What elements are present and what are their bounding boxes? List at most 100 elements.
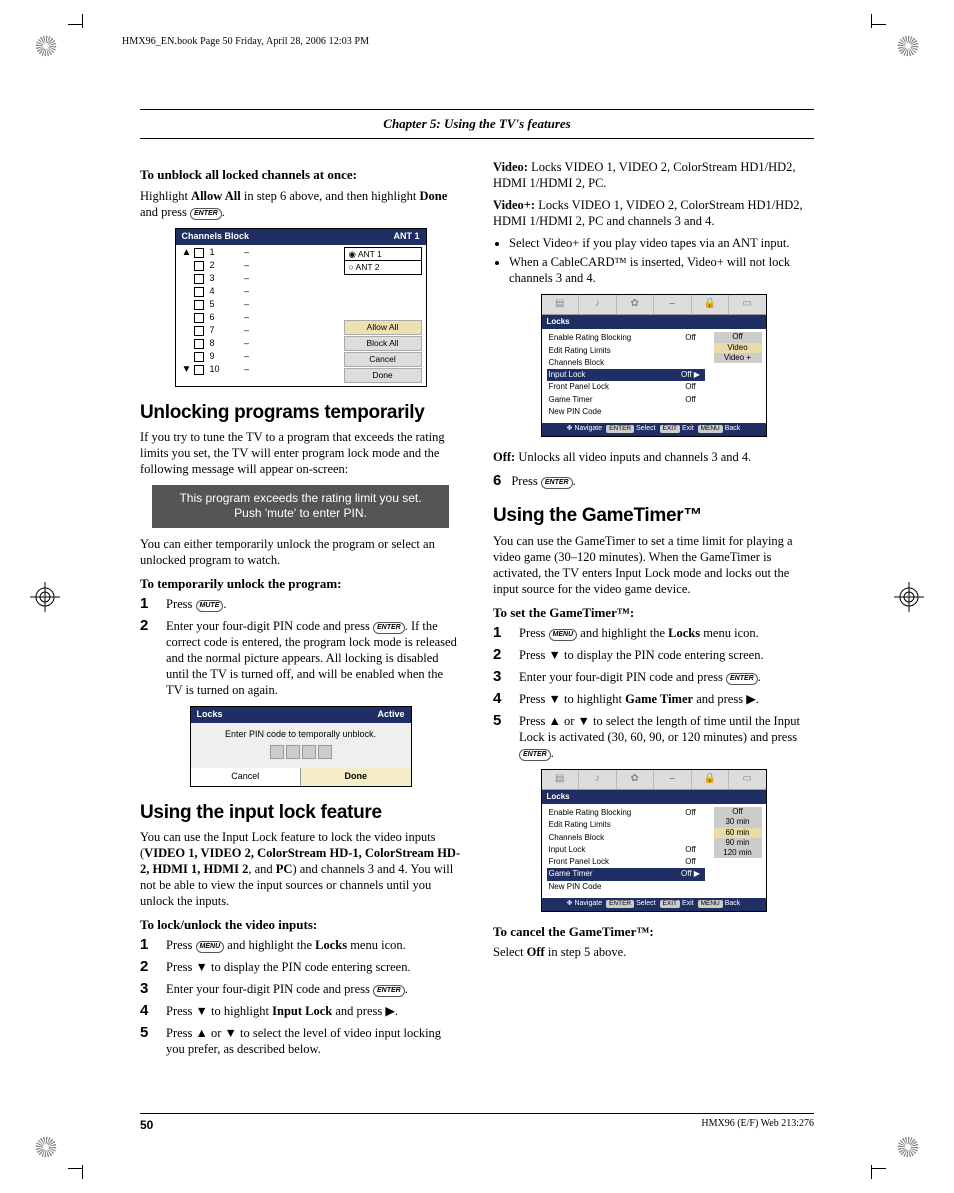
channel-row: 4–: [176, 286, 340, 299]
menu-key-icon: MENU: [549, 629, 578, 641]
tab-icon: ▤: [542, 295, 580, 314]
row-label: Front Panel Lock: [547, 856, 677, 868]
pin-digit-icon: [302, 745, 316, 759]
right-column: Video: Locks VIDEO 1, VIDEO 2, ColorStre…: [493, 159, 814, 1065]
channel-row: 9–: [176, 351, 340, 364]
crop-mark-icon: [858, 1159, 886, 1187]
text: menu icon.: [347, 938, 406, 952]
unlock-after-text: You can either temporarily unlock the pr…: [140, 536, 461, 568]
locks-rows: Enable Rating BlockingOff Edit Rating Li…: [542, 329, 710, 423]
msg-line2: Push 'mute' to enter PIN.: [156, 506, 445, 521]
opt-videoplus: Video +: [714, 353, 762, 363]
arrow-right-icon: ▶: [694, 869, 700, 878]
step-1: Press MENU and highlight the Locks menu …: [140, 937, 461, 953]
pin-digit-icon: [318, 745, 332, 759]
text: Press: [519, 626, 549, 640]
enter-key-icon: ENTER: [541, 477, 573, 489]
pin-cancel-button: Cancel: [191, 768, 302, 786]
page: HMX96_EN.book Page 50 Friday, April 28, …: [0, 0, 954, 1193]
corner-target-icon: [896, 1135, 920, 1159]
enter-key-icon: ENTER: [373, 985, 405, 997]
channel-row: ▲1–: [176, 247, 340, 260]
opt-60: 60 min: [714, 828, 762, 838]
tab-icon: ▤: [542, 770, 580, 789]
pin-digits: [197, 745, 405, 763]
videoplus-label: Video+:: [493, 198, 535, 212]
opt-120: 120 min: [714, 848, 762, 858]
exit-label: Exit: [682, 425, 694, 432]
channel-num: 6: [210, 312, 232, 324]
row-val: Off: [677, 844, 705, 856]
step-3: Enter your four-digit PIN code and press…: [493, 669, 814, 685]
locks-title-bar: Locks: [542, 315, 766, 329]
text: Unlocks all video inputs and channels 3 …: [515, 450, 751, 464]
unlocking-para: If you try to tune the TV to a program t…: [140, 429, 461, 477]
row-label: Edit Rating Limits: [547, 819, 677, 831]
locks-side-options: Off 30 min 60 min 90 min 120 min: [710, 804, 766, 898]
text: Enter your four-digit PIN code and press: [166, 982, 373, 996]
text: menu icon.: [700, 626, 759, 640]
locks-footer: ✥ Navigate ENTERSelect EXITExit MENUBack: [542, 898, 766, 911]
input-lock-heading: Using the input lock feature: [140, 801, 461, 825]
lock-inputs-steps: Press MENU and highlight the Locks menu …: [140, 937, 461, 1057]
locks-footer: ✥ Navigate ENTERSelect EXITExit MENUBack: [542, 423, 766, 436]
lock-inputs-heading: To lock/unlock the video inputs:: [140, 917, 461, 934]
locks-label: Locks: [668, 626, 700, 640]
tab-icon: ⎯: [654, 295, 692, 314]
channel-row: 2–: [176, 260, 340, 273]
unblock-text: Highlight Allow All in step 6 above, and…: [140, 188, 461, 220]
temp-unlock-steps: Press MUTE. Enter your four-digit PIN co…: [140, 596, 461, 698]
row-label: Channels Block: [547, 832, 677, 844]
step-4: Press ▼ to highlight Game Timer and pres…: [493, 691, 814, 707]
opt-30: 30 min: [714, 817, 762, 827]
done-label: Done: [420, 189, 448, 203]
gametimer-steps: Press MENU and highlight the Locks menu …: [493, 625, 814, 761]
top-rule-2: [140, 138, 814, 139]
row-label: Front Panel Lock: [547, 381, 677, 393]
channel-row: 6–: [176, 312, 340, 325]
corner-target-icon: [896, 34, 920, 58]
channel-num: 2: [210, 260, 232, 272]
nav-label: Navigate: [574, 900, 602, 907]
row-label: Edit Rating Limits: [547, 345, 677, 357]
opt-off: Off: [714, 332, 762, 342]
channel-row: 3–: [176, 273, 340, 286]
channel-num: 3: [210, 273, 232, 285]
cancel-button: Cancel: [344, 352, 422, 367]
pin-done-button: Done: [301, 768, 411, 786]
mute-key-icon: MUTE: [196, 600, 224, 612]
pin-title: Locks: [197, 709, 223, 721]
page-number: 50: [140, 1118, 153, 1133]
pin-entry-panel: Locks Active Enter PIN code to temporall…: [190, 706, 412, 786]
off-desc: Off: Unlocks all video inputs and channe…: [493, 449, 814, 465]
video-label: Video:: [493, 160, 528, 174]
locks-menu-input-lock: ▤♪✿⎯🔒▭ Locks Enable Rating BlockingOff E…: [541, 294, 767, 437]
text: Locks VIDEO 1, VIDEO 2, ColorStream HD1/…: [493, 198, 803, 228]
locks-rows: Enable Rating BlockingOff Edit Rating Li…: [542, 804, 710, 898]
columns: To unblock all locked channels at once: …: [60, 159, 894, 1065]
arrow-right-icon: ▶: [694, 370, 700, 379]
text: Enter your four-digit PIN code and press: [166, 619, 373, 633]
nav-label: Navigate: [574, 425, 602, 432]
left-column: To unblock all locked channels at once: …: [140, 159, 461, 1065]
tab-icon: ▭: [729, 770, 766, 789]
sel-label: Select: [636, 425, 655, 432]
tab-icon: 🔒: [692, 295, 730, 314]
unlocking-heading: Unlocking programs temporarily: [140, 401, 461, 425]
bullet-1: Select Video+ if you play video tapes vi…: [509, 235, 814, 251]
menu-tabs: ▤♪✿⎯🔒▭: [542, 295, 766, 315]
block-all-button: Block All: [344, 336, 422, 351]
channel-num: 1: [210, 247, 232, 259]
tab-icon: 🔒: [692, 770, 730, 789]
gametimer-cancel-heading: To cancel the GameTimer™:: [493, 924, 814, 941]
registration-mark-icon: [894, 582, 924, 612]
text: Press: [166, 938, 196, 952]
row-label: Channels Block: [547, 357, 677, 369]
enter-key-icon: ENTER: [190, 208, 222, 220]
channels-block-title: Channels Block: [182, 231, 250, 243]
ant-selector: ◉ ANT 1 ○ ANT 2: [344, 247, 422, 276]
step-2: Press ▼ to display the PIN code entering…: [493, 647, 814, 663]
channels-list: ▲1– 2– 3– 4– 5– 6– 7– 8– 9– ▼10–: [176, 245, 340, 386]
unblock-heading: To unblock all locked channels at once:: [140, 167, 461, 184]
channel-num: 7: [210, 325, 232, 337]
